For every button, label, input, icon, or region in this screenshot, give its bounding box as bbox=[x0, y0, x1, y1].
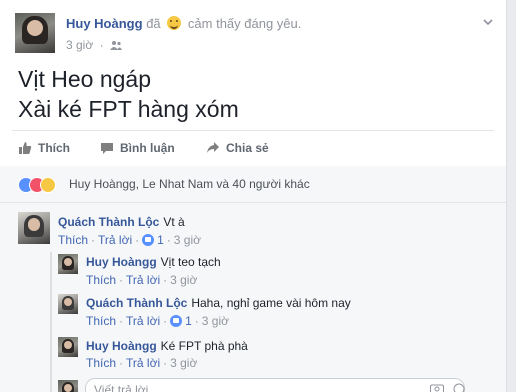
comment-label: Bình luận bbox=[120, 141, 175, 155]
comment-like-count[interactable]: 1 bbox=[157, 233, 164, 247]
reply-reply-link[interactable]: Trả lời bbox=[126, 273, 160, 287]
comment: Quách Thành Lộc Vt à bbox=[58, 215, 185, 229]
author-name[interactable]: Huy Hoàngg bbox=[66, 16, 143, 31]
reply-author[interactable]: Huy Hoàngg bbox=[86, 339, 157, 353]
reply-timestamp[interactable]: 3 giờ bbox=[170, 356, 197, 370]
reply: Quách Thành Lộc Haha, nghỉ game vài hôm n… bbox=[86, 296, 351, 310]
sticker-icon[interactable] bbox=[453, 383, 465, 392]
comment-text: Vt à bbox=[163, 215, 185, 229]
post-timestamp[interactable]: 3 giờ bbox=[66, 38, 93, 52]
reply-reply-link[interactable]: Trả lời bbox=[126, 356, 160, 370]
current-user-avatar bbox=[58, 380, 78, 392]
post-card: Huy Hoàngg đã cảm thấy đáng yêu. 3 giờ ·… bbox=[0, 0, 507, 392]
share-icon bbox=[207, 142, 219, 153]
haha-reaction-icon bbox=[40, 177, 56, 193]
post-text-line: Xài ké FPT hàng xóm bbox=[18, 96, 239, 122]
reply-author[interactable]: Huy Hoàngg bbox=[86, 255, 157, 269]
reply-meta: Thích · Trả lời · 1 · 3 giờ bbox=[86, 314, 230, 328]
reply-placeholder: Viết trả lời... bbox=[94, 383, 159, 392]
comment-like-link[interactable]: Thích bbox=[58, 233, 88, 247]
reply: Huy Hoàngg Ké FPT phà phà bbox=[86, 339, 248, 353]
reply-input[interactable]: Viết trả lời... bbox=[85, 378, 465, 392]
reply-timestamp[interactable]: 3 giờ bbox=[170, 273, 197, 287]
commenter-avatar[interactable] bbox=[18, 212, 50, 244]
reply-thread-rail bbox=[50, 252, 52, 392]
reply-meta: Thích · Trả lời · 3 giờ bbox=[86, 356, 198, 370]
author-avatar[interactable] bbox=[15, 13, 55, 53]
post-header: Huy Hoàngg đã cảm thấy đáng yêu. bbox=[66, 16, 301, 31]
feeling-emoji-icon bbox=[167, 16, 182, 30]
post-actions-bar: Thích Bình luận Chia sẻ bbox=[12, 130, 494, 168]
share-button[interactable]: Chia sẻ bbox=[206, 141, 269, 155]
reply-like-link[interactable]: Thích bbox=[86, 314, 116, 328]
like-label: Thích bbox=[38, 141, 70, 155]
comment-meta: Thích · Trả lời · 1 · 3 giờ bbox=[58, 233, 202, 247]
replier-avatar[interactable] bbox=[58, 294, 78, 314]
reply-reply-link[interactable]: Trả lời bbox=[126, 314, 160, 328]
camera-icon[interactable] bbox=[430, 383, 444, 392]
comment-reply-link[interactable]: Trả lời bbox=[98, 233, 132, 247]
like-badge-icon bbox=[142, 234, 155, 246]
reply-like-link[interactable]: Thích bbox=[86, 273, 116, 287]
reply-like-link[interactable]: Thích bbox=[86, 356, 116, 370]
thumbs-up-icon bbox=[19, 142, 32, 154]
reply-meta: Thích · Trả lời · 3 giờ bbox=[86, 273, 198, 287]
replier-avatar[interactable] bbox=[58, 337, 78, 357]
reply-text: Vịt teo tạch bbox=[160, 255, 221, 269]
replier-avatar[interactable] bbox=[58, 254, 78, 274]
friends-audience-icon[interactable] bbox=[109, 40, 122, 50]
post-body: Vịt Heo ngáp Xài ké FPT hàng xóm bbox=[18, 64, 239, 124]
comment-button[interactable]: Bình luận bbox=[100, 141, 175, 155]
like-button[interactable]: Thích bbox=[18, 141, 70, 155]
comment-timestamp[interactable]: 3 giờ bbox=[174, 233, 201, 247]
reply: Huy Hoàngg Vịt teo tạch bbox=[86, 255, 221, 269]
comment-icon bbox=[101, 143, 113, 154]
reply-text: Haha, nghỉ game vài hôm nay bbox=[191, 296, 351, 310]
reactions-summary[interactable]: Huy Hoàngg, Le Nhat Nam và 40 người khác bbox=[69, 177, 310, 191]
reply-like-count[interactable]: 1 bbox=[185, 314, 192, 328]
share-label: Chia sẻ bbox=[226, 141, 269, 155]
post-meta: 3 giờ · bbox=[66, 38, 122, 52]
feeling-text: cảm thấy đáng yêu. bbox=[187, 16, 302, 31]
feeling-prefix: đã bbox=[146, 16, 161, 31]
reaction-icons[interactable] bbox=[18, 177, 58, 193]
comment-author[interactable]: Quách Thành Lộc bbox=[58, 215, 159, 229]
chevron-down-icon[interactable] bbox=[482, 16, 494, 28]
post-text-line: Vịt Heo ngáp bbox=[18, 66, 151, 92]
like-badge-icon bbox=[170, 315, 183, 327]
reply-text: Ké FPT phà phà bbox=[160, 339, 248, 353]
reply-timestamp[interactable]: 3 giờ bbox=[202, 314, 229, 328]
reply-author[interactable]: Quách Thành Lộc bbox=[86, 296, 187, 310]
reactions-bar: Huy Hoàngg, Le Nhat Nam và 40 người khác bbox=[0, 166, 506, 202]
